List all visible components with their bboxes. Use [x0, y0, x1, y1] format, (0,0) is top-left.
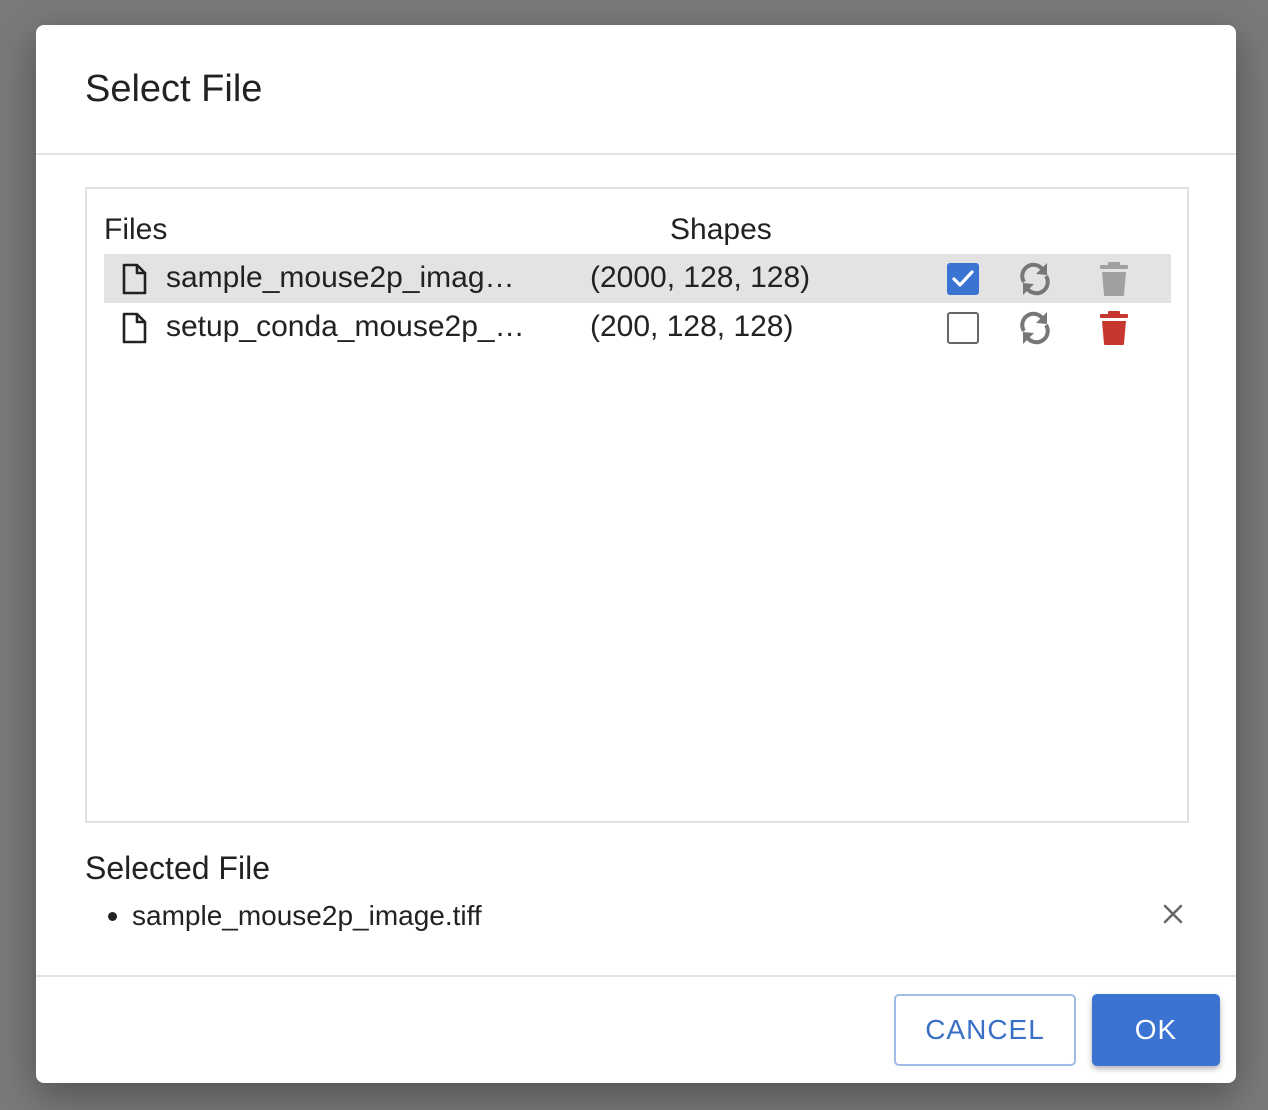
column-header-shapes: Shapes	[670, 213, 772, 246]
ok-button[interactable]: OK	[1092, 994, 1220, 1066]
header-divider	[36, 153, 1236, 155]
trash-icon[interactable]	[1099, 261, 1129, 297]
file-select-checkbox[interactable]	[947, 263, 979, 295]
cancel-button[interactable]: CANCEL	[894, 994, 1076, 1066]
close-icon[interactable]	[1161, 902, 1185, 926]
checkmark-icon	[952, 270, 974, 287]
file-icon	[122, 312, 147, 344]
file-select-checkbox[interactable]	[947, 312, 979, 344]
file-row[interactable]: setup_conda_mouse2p_… (200, 128, 128)	[104, 303, 1171, 352]
reload-icon[interactable]	[1016, 308, 1054, 348]
reload-icon[interactable]	[1016, 259, 1054, 299]
selected-file-label: Selected File	[85, 850, 270, 886]
file-icon	[122, 263, 147, 295]
file-shape: (2000, 128, 128)	[590, 261, 811, 294]
file-shape: (200, 128, 128)	[590, 310, 794, 343]
dialog-title: Select File	[85, 68, 263, 110]
bullet-icon	[108, 912, 117, 921]
select-file-dialog: Select File Files Shapes sample_mouse2p_…	[36, 25, 1236, 1083]
column-header-files: Files	[104, 213, 168, 246]
file-name: sample_mouse2p_imag…	[166, 261, 515, 294]
file-list-panel: Files Shapes sample_mouse2p_imag… (2000,…	[85, 187, 1189, 823]
selected-file-name: sample_mouse2p_image.tiff	[132, 900, 482, 931]
selected-file-item: sample_mouse2p_image.tiff	[106, 899, 482, 933]
file-name: setup_conda_mouse2p_…	[166, 310, 525, 343]
trash-icon[interactable]	[1099, 310, 1129, 346]
file-row[interactable]: sample_mouse2p_imag… (2000, 128, 128)	[104, 254, 1171, 303]
selected-file-list: sample_mouse2p_image.tiff	[106, 899, 482, 933]
footer-divider	[36, 975, 1236, 977]
